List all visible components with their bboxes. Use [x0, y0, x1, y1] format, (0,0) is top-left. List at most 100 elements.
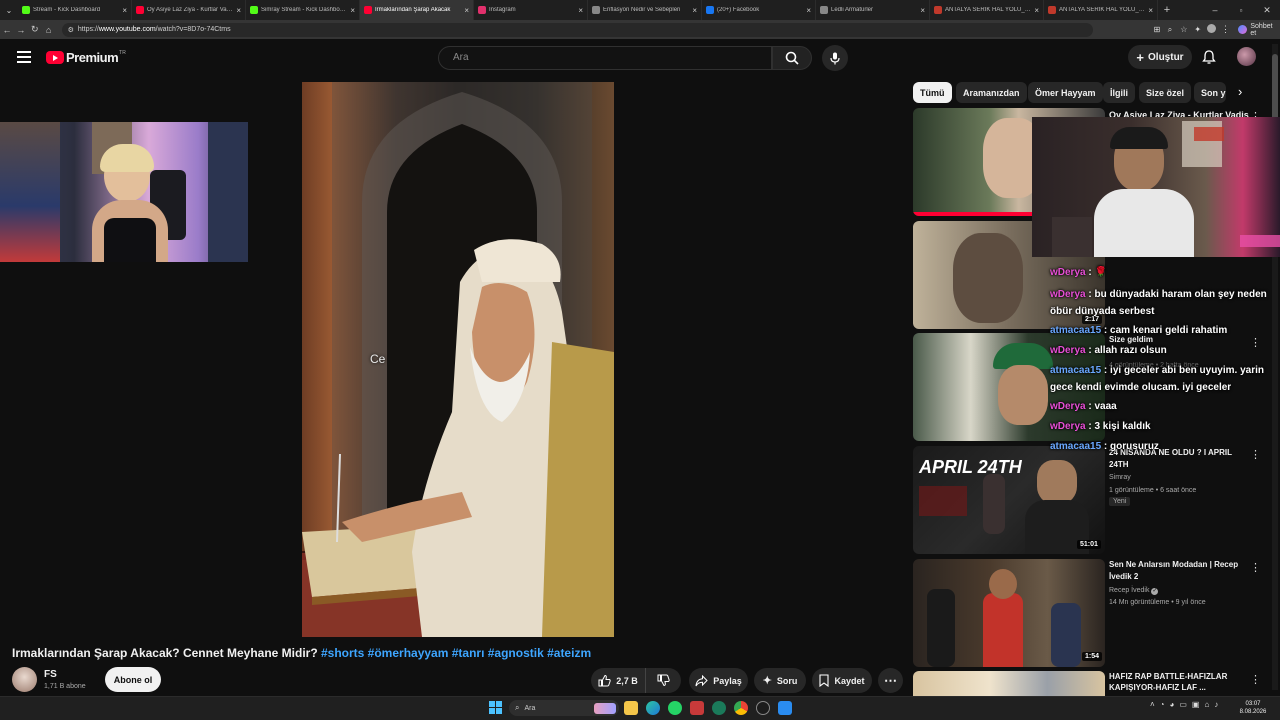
chip-from-searches[interactable]: Aramanızdan	[956, 82, 1027, 103]
app-icon-grid[interactable]	[690, 701, 704, 715]
browser-tab[interactable]: ANTALYA SERİK HAL YOLU_Rapo ×	[930, 0, 1044, 20]
save-button[interactable]: Kaydet	[812, 668, 872, 693]
taskbar-clock[interactable]: 03:07 8.08.2026	[1236, 700, 1270, 716]
taskbar-search[interactable]: ⌕ Ara	[509, 700, 619, 716]
forward-icon[interactable]: →	[14, 25, 28, 35]
extensions-puzzle-icon[interactable]: ✦	[1191, 25, 1205, 34]
tab-favicon-icon	[820, 6, 828, 14]
channel-avatar[interactable]	[12, 667, 37, 692]
network-icon[interactable]: ⌂	[1204, 700, 1209, 709]
notifications-bell-icon[interactable]	[1201, 49, 1217, 70]
tab-close-icon[interactable]: ×	[1148, 6, 1153, 15]
chips-next-chevron-icon[interactable]: ›	[1238, 84, 1242, 99]
dislike-button[interactable]	[645, 668, 681, 693]
browser-tab[interactable]: Oy Asiye Laz Ziya - Kurtlar Vadisi ×	[132, 0, 246, 20]
tab-favicon-icon	[1048, 6, 1056, 14]
voice-search-button[interactable]	[822, 45, 848, 71]
gpu-icon[interactable]: ▣	[1192, 700, 1200, 709]
extension-icon[interactable]: ⊞	[1151, 25, 1163, 34]
maximize-window-button[interactable]: ▫	[1228, 6, 1254, 15]
app-icon-dark[interactable]	[712, 701, 726, 715]
tab-close-icon[interactable]: ×	[692, 6, 697, 15]
browser-tab[interactable]: ANTALYA SERİK HAL YOLU_Rapo ×	[1044, 0, 1158, 20]
channel-name[interactable]: FS	[44, 669, 57, 680]
tab-close-icon[interactable]: ×	[578, 6, 583, 15]
minimize-window-button[interactable]: –	[1202, 5, 1228, 15]
chat-username: atmacaa15	[1050, 441, 1102, 452]
video-duration: 1:54	[1082, 652, 1103, 661]
tab-close-icon[interactable]: ×	[236, 6, 241, 15]
tab-close-icon[interactable]: ×	[920, 6, 925, 15]
tray-app-icon[interactable]: ◕	[1170, 700, 1175, 709]
recommended-channel[interactable]: Recep İvedik ✓	[1109, 585, 1159, 596]
video-thumbnail[interactable]	[913, 559, 1105, 667]
back-icon[interactable]: ←	[0, 25, 14, 35]
obs-studio-icon[interactable]	[756, 701, 770, 715]
ask-button[interactable]: ✦ Soru	[754, 668, 806, 693]
tab-close-icon[interactable]: ×	[464, 6, 469, 15]
close-window-button[interactable]: ✕	[1254, 5, 1280, 16]
zoom-icon[interactable]: ⌕	[1163, 25, 1177, 35]
hamburger-menu-icon[interactable]	[17, 51, 31, 63]
tab-close-icon[interactable]: ×	[122, 6, 127, 15]
video-thumbnail[interactable]: APRIL 24TH	[913, 446, 1105, 554]
browser-tab[interactable]: Stream - Kick Dashboard ×	[18, 0, 132, 20]
home-icon[interactable]: ⌂	[42, 25, 56, 35]
search-icon	[785, 51, 799, 65]
subscribe-button[interactable]: Abone ol	[105, 667, 161, 692]
menu-dots-icon[interactable]: ⋮	[1219, 24, 1233, 35]
browser-tab[interactable]: Enflasyon Nedir ve Sebepleri ×	[588, 0, 702, 20]
more-options-icon[interactable]: ⋮	[1250, 673, 1261, 686]
browser-tab[interactable]: Simray Stream - Kick Dashboard ×	[246, 0, 360, 20]
browser-tab[interactable]: (20+) Facebook ×	[702, 0, 816, 20]
youtube-logo[interactable]: Premium TR	[46, 50, 126, 65]
bookmark-star-icon[interactable]: ☆	[1177, 25, 1191, 34]
share-button[interactable]: Paylaş	[689, 668, 748, 693]
like-button[interactable]: 2,7 B	[591, 668, 645, 693]
more-options-icon[interactable]: ⋮	[1250, 561, 1261, 574]
whatsapp-icon[interactable]	[668, 701, 682, 715]
video-thumbnail[interactable]	[913, 671, 1105, 696]
chip-for-you[interactable]: Size özel	[1139, 82, 1192, 103]
chip-all[interactable]: Tümü	[913, 82, 952, 103]
start-button[interactable]	[489, 701, 502, 714]
create-button[interactable]: + Oluştur	[1128, 45, 1192, 69]
recommended-title[interactable]: HAFIZ RAP BATTLE-HAFIZLAR KAPIŞIYOR-HAFI…	[1109, 671, 1249, 693]
site-info-icon[interactable]: ⚙	[68, 26, 74, 34]
file-explorer-icon[interactable]	[624, 701, 638, 715]
search-input[interactable]: Ara	[438, 46, 772, 70]
sohbet-button[interactable]: Sohbet et	[1238, 23, 1280, 37]
chat-text: 🌹	[1094, 267, 1107, 278]
browser-tab[interactable]: Instagram ×	[474, 0, 588, 20]
keyboard-icon[interactable]: ▭	[1179, 700, 1187, 709]
tab-list-button[interactable]: ⌄	[0, 0, 18, 20]
video-player[interactable]: Ce	[302, 82, 614, 637]
address-bar[interactable]: ⚙ https://www.youtube.com/watch?v=8D7o-7…	[61, 22, 1094, 37]
streaming-app-icon[interactable]	[778, 701, 792, 715]
recommended-channel[interactable]: Simray	[1109, 472, 1131, 483]
recommended-title[interactable]: Sen Ne Anlarsın Modadan | Recep İvedik 2	[1109, 559, 1249, 583]
browser-tab[interactable]: Ledli Armatürler ×	[816, 0, 930, 20]
tray-chevron-icon[interactable]: ˄	[1150, 700, 1155, 709]
bookmark-icon	[819, 674, 830, 687]
profile-avatar-icon[interactable]	[1205, 24, 1219, 35]
search-button[interactable]	[772, 46, 812, 70]
chip-related[interactable]: İlgili	[1103, 82, 1135, 103]
tab-close-icon[interactable]: ×	[806, 6, 811, 15]
video-hashtags[interactable]: #shorts #ömerhayyam #tanrı #agnostik #at…	[321, 646, 591, 660]
more-actions-button[interactable]: ⋯	[878, 668, 903, 693]
browser-tab[interactable]: Irmaklarından Şarap Akacak ×	[360, 0, 474, 20]
tab-title: ANTALYA SERİK HAL YOLU_Rapo	[1059, 7, 1147, 13]
chrome-icon[interactable]	[734, 701, 748, 715]
chip-recent[interactable]: Son y	[1194, 82, 1226, 103]
tray-app-icon[interactable]: ◔	[1160, 700, 1165, 709]
reload-icon[interactable]: ↻	[28, 24, 42, 35]
gemini-icon	[1238, 25, 1248, 34]
volume-icon[interactable]: ♪	[1214, 700, 1218, 709]
tab-close-icon[interactable]: ×	[1034, 6, 1039, 15]
tab-close-icon[interactable]: ×	[350, 6, 355, 15]
new-tab-button[interactable]: +	[1158, 4, 1176, 16]
chip-omer-hayyam[interactable]: Ömer Hayyam	[1028, 82, 1103, 103]
edge-browser-icon[interactable]	[646, 701, 660, 715]
account-avatar[interactable]	[1237, 47, 1256, 66]
